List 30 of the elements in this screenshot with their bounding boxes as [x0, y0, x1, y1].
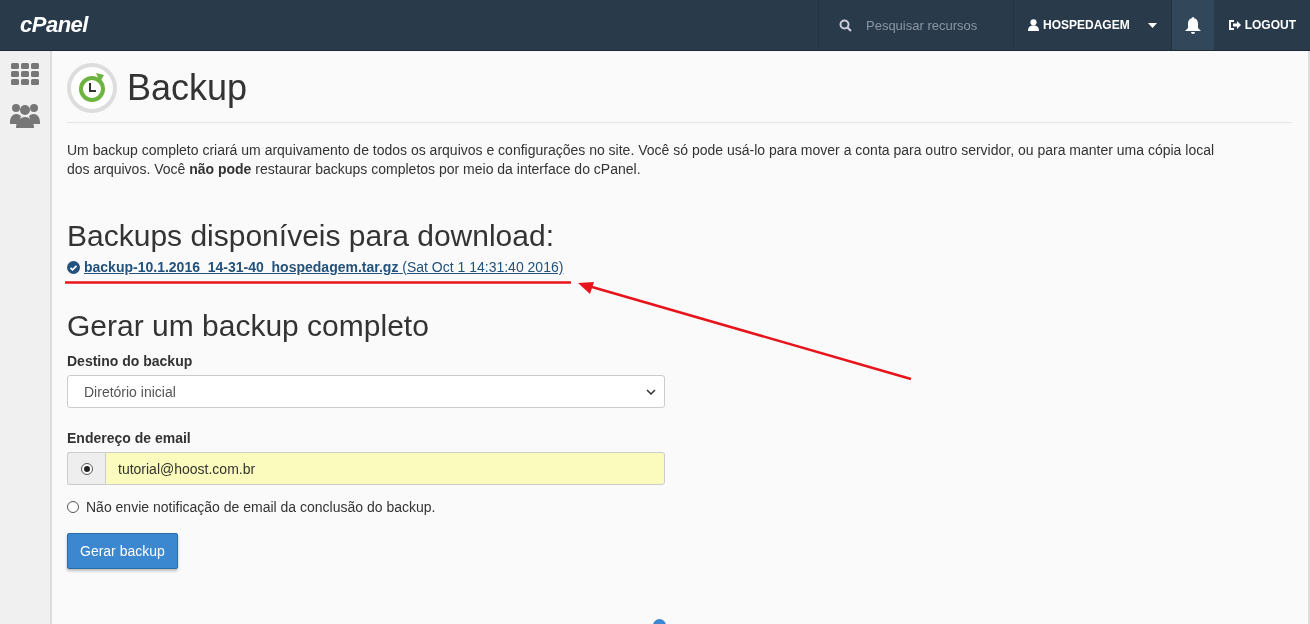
grid-icon: [11, 63, 39, 85]
email-field[interactable]: tutorial@hoost.com.br: [105, 452, 665, 485]
radio-button[interactable]: [67, 501, 79, 513]
destination-select[interactable]: Diretório inicial: [67, 375, 665, 408]
notifications-button[interactable]: [1171, 0, 1214, 50]
section-heading: Backups disponíveis para download:: [67, 219, 555, 253]
description-text: Um backup completo criará um arquivamento de todos os arquivos e configurações no site. Você só pode usá-lo para mover a conta para outro servidor, ou para manter uma cópia local dos arquivos. Você não pode restaurar backups completos por meio da interface do cPanel.: [67, 141, 1216, 179]
users-button[interactable]: [10, 102, 40, 131]
search-icon: [839, 18, 852, 32]
field-label: Endereço de email: [67, 430, 192, 446]
search-field[interactable]: Pesquisar recursos: [864, 16, 998, 34]
logout-button[interactable]: LOGOUT: [1213, 0, 1310, 50]
field-label: Destino do backup: [67, 353, 194, 369]
cpanel-logo[interactable]: cPanel: [20, 12, 88, 38]
generate-backup-button[interactable]: Gerar backup: [67, 533, 178, 569]
bell-icon: [1184, 16, 1201, 34]
page-title: Backup: [127, 67, 248, 109]
users-icon: [10, 102, 40, 128]
caret-icon: [1147, 22, 1157, 28]
section-heading: Gerar um backup completo: [67, 309, 430, 343]
backup-clock-icon: [67, 63, 117, 113]
apps-grid-button[interactable]: [11, 63, 39, 88]
user-menu[interactable]: HOSPEDAGEM: [1014, 0, 1172, 50]
backup-file-link[interactable]: backup-10.1.2016_14-31-40_hospedagem.tar.gz (Sat Oct 1 14:31:40 2016): [84, 259, 564, 275]
radio-label: Não envie notificação de email da conclusão do backup.: [86, 499, 436, 515]
chevron-down-icon: [646, 388, 656, 395]
radio-button[interactable]: [80, 462, 93, 475]
check-circle-icon: [67, 260, 80, 274]
user-icon: [1028, 19, 1039, 31]
logout-icon: [1227, 19, 1241, 31]
